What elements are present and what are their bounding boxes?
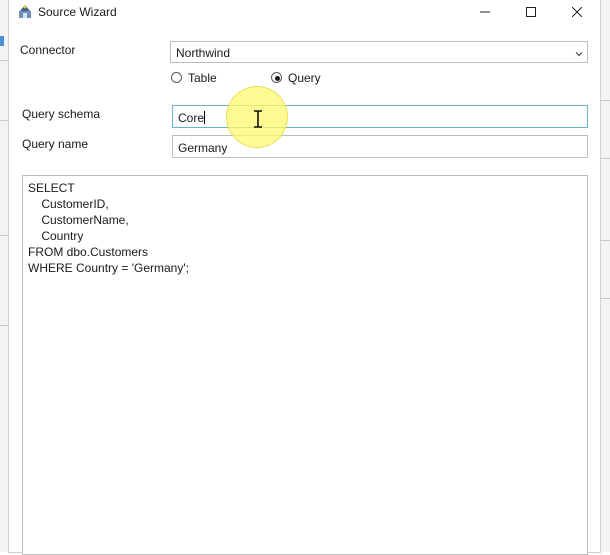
background-divider xyxy=(0,60,9,61)
maximize-icon xyxy=(526,7,536,17)
background-window-right xyxy=(600,0,610,552)
sql-code: SELECT CustomerID, CustomerName, Country… xyxy=(28,181,189,275)
sql-editor[interactable]: SELECT CustomerID, CustomerName, Country… xyxy=(22,175,588,555)
radio-selected-dot xyxy=(275,76,280,81)
background-divider xyxy=(600,100,610,101)
background-divider xyxy=(0,325,9,326)
text-cursor-icon xyxy=(252,110,264,131)
background-divider xyxy=(0,235,9,236)
maximize-button[interactable] xyxy=(508,0,554,24)
minimize-icon xyxy=(480,11,490,13)
radio-circle xyxy=(171,72,182,83)
background-divider xyxy=(600,240,610,241)
background-divider xyxy=(600,298,610,299)
radio-circle xyxy=(271,72,282,83)
query-name-label: Query name xyxy=(22,137,89,151)
connector-label: Connector xyxy=(20,43,76,57)
title-bar[interactable]: Source Wizard xyxy=(9,0,600,24)
background-divider xyxy=(0,120,9,121)
radio-table-label: Table xyxy=(188,71,217,85)
background-divider xyxy=(600,158,610,159)
background-accent xyxy=(0,36,4,46)
query-schema-value: Core xyxy=(178,111,206,125)
minimize-button[interactable] xyxy=(462,0,508,24)
close-button[interactable] xyxy=(554,0,600,24)
window-title: Source Wizard xyxy=(38,5,117,19)
radio-query-label: Query xyxy=(288,71,321,85)
connector-value: Northwind xyxy=(176,46,231,60)
source-wizard-window: Source Wizard Connector Northwind Table … xyxy=(9,0,600,555)
text-caret xyxy=(204,111,206,124)
close-icon xyxy=(572,7,582,17)
query-name-value: Germany xyxy=(178,141,228,155)
query-schema-label: Query schema xyxy=(22,107,101,121)
chevron-down-icon xyxy=(575,47,583,61)
wizard-app-icon xyxy=(17,4,33,20)
connector-select[interactable]: Northwind xyxy=(170,41,588,63)
